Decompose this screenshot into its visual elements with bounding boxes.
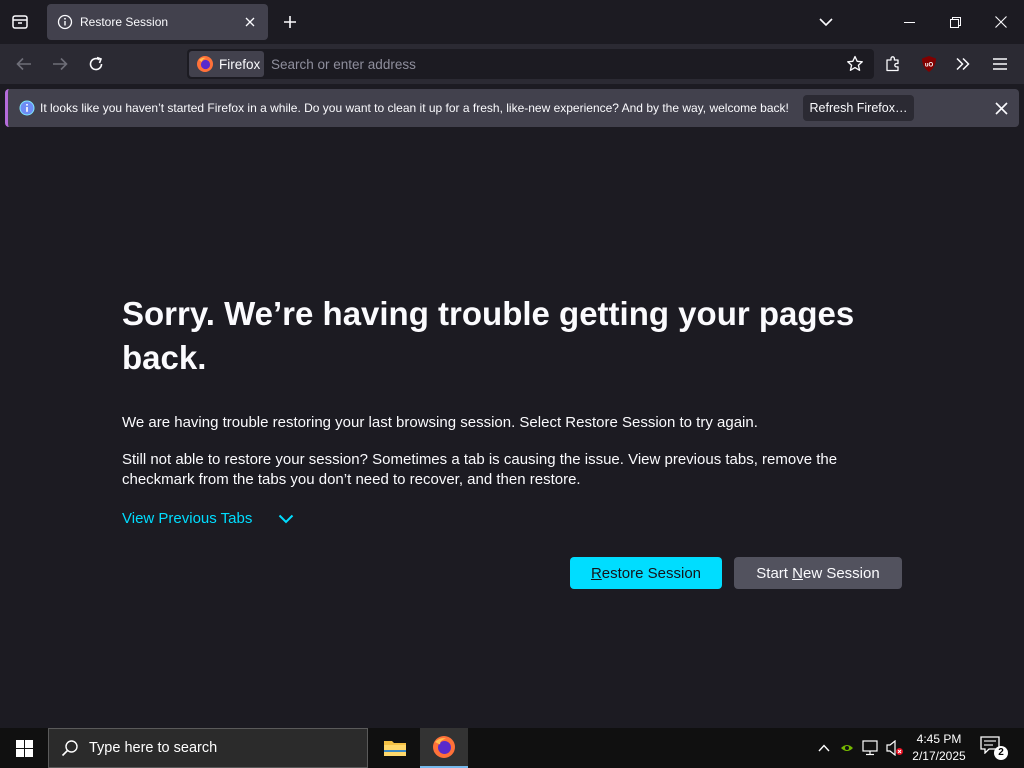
arrow-right-icon	[53, 57, 68, 71]
tab-close-button[interactable]	[242, 14, 258, 30]
tab-title: Restore Session	[80, 15, 169, 29]
description-restore: We are having trouble restoring your las…	[122, 414, 758, 431]
close-icon	[994, 101, 1008, 115]
taskbar-search-box[interactable]: Type here to search	[48, 728, 368, 768]
clock-time: 4:45 PM	[916, 732, 962, 746]
ublock-origin-icon: uO	[922, 56, 936, 72]
tray-overflow-button[interactable]	[815, 739, 833, 757]
description-previous-tabs: Still not able to restore your session? …	[122, 451, 838, 488]
puzzle-piece-icon	[886, 56, 899, 72]
tray-network[interactable]	[862, 739, 880, 757]
taskbar-firefox[interactable]	[420, 728, 468, 768]
volume-muted-icon	[886, 740, 903, 756]
reload-button[interactable]	[84, 52, 108, 76]
taskbar-clock[interactable]: 4:45 PM 2/17/2025	[905, 731, 973, 765]
forward-button[interactable]	[48, 52, 72, 76]
navigation-toolbar: Firefox uO	[0, 44, 1024, 84]
clock-date: 2/17/2025	[912, 749, 966, 763]
close-icon	[995, 16, 1007, 28]
double-chevron-right-icon	[956, 57, 970, 71]
nvidia-icon	[841, 745, 853, 751]
taskbar-file-explorer[interactable]	[371, 728, 419, 768]
folder-icon	[384, 741, 406, 756]
new-tab-button[interactable]	[278, 10, 302, 34]
minimize-icon	[903, 21, 915, 23]
address-input[interactable]	[271, 53, 831, 75]
restore-window-icon	[949, 16, 961, 28]
network-icon	[862, 740, 878, 756]
view-previous-tabs-toggle[interactable]: View Previous Tabs	[122, 510, 294, 527]
identity-box[interactable]: Firefox	[189, 51, 264, 77]
windows-taskbar: Type here to search 4:45 PM 2/17/2025 2	[0, 728, 1024, 768]
reload-icon	[89, 56, 103, 71]
close-icon	[245, 17, 255, 27]
new-session-accesskey: N	[792, 564, 803, 582]
notification-message: It looks like you haven’t started Firefo…	[40, 101, 789, 115]
new-session-label-rest: ew Session	[802, 564, 880, 582]
restore-session-button[interactable]: Restore Session	[570, 557, 722, 589]
session-restore-page: Sorry. We’re having trouble getting your…	[0, 132, 1024, 728]
info-icon	[19, 100, 35, 116]
view-previous-tabs-label: View Previous Tabs	[122, 510, 253, 527]
new-session-label-start: Start	[756, 564, 793, 582]
more-tools-button[interactable]	[951, 52, 975, 76]
restore-window-button[interactable]	[932, 0, 978, 44]
ublock-origin-button[interactable]: uO	[917, 52, 941, 76]
windows-logo-icon	[15, 739, 33, 757]
back-button[interactable]	[12, 52, 36, 76]
chevron-down-icon	[819, 18, 833, 27]
notification-count-badge: 2	[994, 746, 1008, 760]
identity-label: Firefox	[219, 56, 261, 72]
minimize-button[interactable]	[886, 0, 932, 44]
firefox-logo-icon	[197, 56, 213, 72]
hamburger-menu-icon	[993, 58, 1007, 70]
plus-icon	[284, 16, 296, 28]
page-title: Sorry. We’re having trouble getting your…	[122, 295, 855, 376]
svg-text:uO: uO	[925, 63, 934, 69]
firefox-logo-icon	[433, 736, 455, 758]
restore-label-rest: estore Session	[601, 564, 702, 582]
taskbar-search-placeholder: Type here to search	[89, 740, 218, 756]
arrow-left-icon	[16, 57, 31, 71]
restore-accesskey: R	[590, 564, 602, 582]
tray-volume[interactable]	[886, 739, 904, 757]
app-menu-button[interactable]	[988, 52, 1012, 76]
extensions-button[interactable]	[881, 52, 905, 76]
tray-nvidia[interactable]	[838, 739, 856, 757]
firefox-view-button[interactable]	[8, 10, 32, 34]
tab-strip: Restore Session	[0, 0, 1024, 44]
bookmark-star-button[interactable]	[846, 55, 864, 73]
refresh-firefox-button[interactable]: Refresh Firefox…	[803, 95, 914, 121]
action-center-button[interactable]: 2	[980, 736, 1008, 760]
start-button[interactable]	[0, 728, 48, 768]
start-new-session-button[interactable]: Start New Session	[734, 557, 902, 589]
firefox-view-icon	[12, 15, 28, 29]
chevron-up-icon	[818, 744, 830, 752]
info-icon	[57, 14, 73, 30]
chevron-down-icon	[279, 514, 294, 523]
list-all-tabs-button[interactable]	[815, 11, 837, 33]
search-icon	[61, 740, 78, 757]
tab-restore-session[interactable]: Restore Session	[47, 4, 268, 40]
url-bar[interactable]: Firefox	[187, 49, 874, 79]
star-icon	[847, 55, 863, 71]
notification-bar: It looks like you haven’t started Firefo…	[5, 89, 1019, 127]
notification-close-button[interactable]	[992, 99, 1010, 117]
close-window-button[interactable]	[978, 0, 1024, 44]
